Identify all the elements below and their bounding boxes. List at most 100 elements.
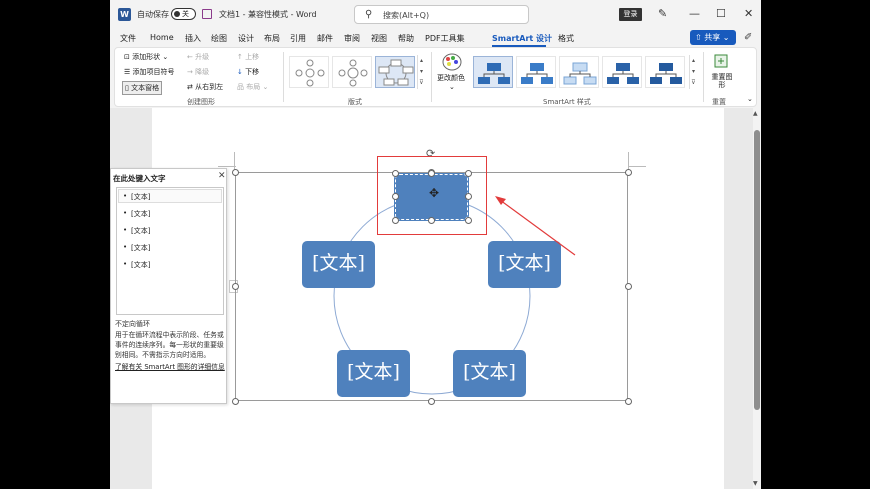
text-pane-list[interactable]: [文本] [文本] [文本] [文本] [文本]	[116, 187, 224, 315]
move-down-button[interactable]: ↓ 下移	[237, 67, 259, 77]
tab-draw[interactable]: 绘图	[211, 33, 227, 44]
move-up-button[interactable]: ↑ 上移	[237, 52, 259, 62]
separator	[283, 52, 284, 102]
demote-button[interactable]: → 降级	[187, 67, 209, 77]
reset-graphic-button[interactable]: 重置图形	[709, 53, 735, 93]
autosave-label: 自动保存	[137, 10, 169, 19]
promote-label: 升级	[195, 53, 210, 61]
layout-option-1[interactable]	[289, 56, 329, 88]
layout-name: 不定向循环	[115, 320, 150, 328]
separator	[703, 52, 704, 102]
share-label: 共享	[704, 33, 721, 42]
tab-insert[interactable]: 插入	[185, 33, 201, 44]
add-bullet-button[interactable]: ☰ 添加项目符号	[124, 67, 175, 77]
reset-graphic-label: 重置图形	[711, 73, 733, 89]
change-colors-button[interactable]: 更改颜色 ⌄	[437, 53, 467, 93]
arrow-left-icon: ←	[187, 53, 196, 61]
text-pane-label: 文本窗格	[131, 84, 160, 92]
bullet-item[interactable]: [文本]	[123, 260, 151, 270]
tab-layout[interactable]: 布局	[264, 33, 280, 44]
cycle-node-left[interactable]: [文本]	[302, 241, 375, 288]
move-down-label: 下移	[245, 68, 260, 76]
close-icon[interactable]: ✕	[218, 171, 226, 181]
login-button[interactable]: 登录	[619, 8, 642, 21]
bullet-item[interactable]: [文本]	[123, 243, 151, 253]
tab-pdf-tools[interactable]: PDF工具集	[425, 33, 465, 44]
comments-icon[interactable]: ✐	[744, 32, 752, 43]
pen-icon[interactable]: ✎	[658, 7, 667, 20]
collapse-ribbon-icon[interactable]: ⌄	[747, 95, 753, 103]
tab-format[interactable]: 格式	[558, 33, 574, 44]
style-option-4[interactable]	[602, 56, 642, 88]
tab-home[interactable]: Home	[150, 33, 174, 42]
add-bullet-label: 添加项目符号	[132, 68, 175, 76]
change-colors-label: 更改颜色	[437, 74, 465, 82]
cycle-layout-2-icon	[338, 59, 368, 87]
tab-design[interactable]: 设计	[238, 33, 254, 44]
margin-mark	[234, 152, 235, 170]
scroll-up-icon[interactable]: ▲	[753, 110, 758, 117]
arrow-up-icon: ↑	[237, 53, 246, 61]
bullet-item[interactable]: [文本]	[123, 192, 151, 202]
cycle-node-bottom-left[interactable]: [文本]	[337, 350, 410, 397]
tab-file[interactable]: 文件	[120, 33, 136, 44]
smartart-styles-group-label: SmartArt 样式	[543, 98, 591, 106]
right-to-left-button[interactable]: ⇄ 从右到左	[187, 82, 223, 92]
resize-handle[interactable]	[428, 398, 435, 405]
share-button[interactable]: ⇧ 共享 ⌄	[690, 30, 736, 45]
tab-view[interactable]: 视图	[371, 33, 387, 44]
cycle-node-bottom-right[interactable]: [文本]	[453, 350, 526, 397]
layout-label: 布局	[246, 83, 261, 91]
style-option-3[interactable]	[559, 56, 599, 88]
scrollbar-thumb[interactable]	[754, 130, 760, 410]
tab-mailings[interactable]: 邮件	[317, 33, 333, 44]
resize-handle[interactable]	[232, 283, 239, 290]
resize-handle[interactable]	[625, 169, 632, 176]
hierarchy-style-2-icon	[521, 63, 553, 84]
text-pane-button[interactable]: ▯ 文本窗格	[122, 81, 163, 95]
tab-references[interactable]: 引用	[290, 33, 306, 44]
smartart-text-pane: 在此处键入文字 ✕ [文本] [文本] [文本] [文本] [文本] 不定向循环…	[110, 168, 227, 404]
resize-handle[interactable]	[232, 398, 239, 405]
add-shape-button[interactable]: ⊡ 添加形状 ⌄	[124, 52, 168, 62]
search-icon: ⚲	[365, 9, 373, 20]
bullet-item[interactable]: [文本]	[123, 209, 151, 219]
layout-option-3-selected[interactable]	[375, 56, 415, 88]
reset-group-label: 重置	[712, 98, 726, 106]
minimize-icon[interactable]: —	[689, 7, 700, 20]
palette-icon	[442, 53, 462, 71]
vertical-scrollbar[interactable]: ▲ ▼	[753, 108, 761, 489]
tab-help[interactable]: 帮助	[398, 33, 414, 44]
maximize-icon[interactable]: ☐	[716, 7, 726, 20]
ribbon-tabs: 文件 Home 插入 绘图 设计 布局 引用 邮件 审阅 视图 帮助 PDF工具…	[110, 30, 761, 47]
resize-handle[interactable]	[232, 169, 239, 176]
tab-review[interactable]: 审阅	[344, 33, 360, 44]
layout-gallery-scroll[interactable]: ▴ ▾ ⊽	[417, 55, 425, 89]
margin-mark	[628, 166, 646, 167]
style-option-5[interactable]	[645, 56, 685, 88]
layout-option-2[interactable]	[332, 56, 372, 88]
promote-button[interactable]: ← 升级	[187, 52, 209, 62]
add-shape-icon: ⊡	[124, 53, 133, 61]
resize-handle[interactable]	[625, 283, 632, 290]
swap-icon: ⇄	[187, 83, 196, 91]
autosave-state: 关	[182, 10, 189, 18]
resize-handle[interactable]	[625, 398, 632, 405]
create-graphic-group-label: 创建图形	[187, 98, 215, 106]
style-option-1-selected[interactable]	[473, 56, 513, 88]
tab-smartart-design[interactable]: SmartArt 设计	[492, 33, 552, 44]
save-icon[interactable]	[202, 9, 212, 19]
annotation-highlight-box	[377, 156, 487, 235]
layout-button[interactable]: 品 布局 ⌄	[237, 82, 268, 92]
cycle-layout-1-icon	[295, 59, 325, 87]
style-option-2[interactable]	[516, 56, 556, 88]
bullet-item[interactable]: [文本]	[123, 226, 151, 236]
style-gallery-scroll[interactable]: ▴ ▾ ⊽	[689, 55, 697, 89]
annotation-arrow-icon	[495, 196, 576, 256]
search-box[interactable]: ⚲ 搜索(Alt+Q)	[354, 5, 529, 24]
close-icon[interactable]: ✕	[744, 7, 753, 20]
learn-more-link[interactable]: 了解有关 SmartArt 图形的详细信息	[115, 362, 225, 372]
autosave-toggle[interactable]: 关	[171, 8, 196, 20]
demote-label: 降级	[195, 68, 210, 76]
scroll-down-icon[interactable]: ▼	[753, 480, 758, 487]
